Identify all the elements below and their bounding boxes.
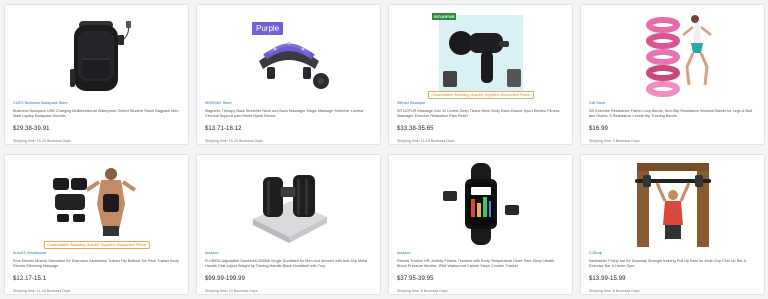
supplier-link[interactable]: amazon — [205, 251, 372, 255]
product-title[interactable]: Newhaider Pullup bar for Doorway Strengt… — [589, 259, 756, 269]
supplier-link[interactable]: AutoDS Warehouse — [13, 251, 180, 255]
shipping-time: Shipping time: 11-16 Business Days — [13, 289, 71, 293]
product-price: $13.71-18.12 — [205, 126, 242, 132]
product-title[interactable]: Magnetic Therapy Back Stretcher Neck and… — [205, 109, 372, 119]
product-image[interactable] — [5, 159, 188, 249]
brand-tag: SITUOFUR — [432, 13, 457, 20]
supplier-link[interactable]: DIA Store — [589, 101, 756, 105]
product-title[interactable]: Business Backpack USB Charging Multifunc… — [13, 109, 180, 119]
ems-stimulator-icon — [52, 168, 136, 236]
pullup-bar-icon — [634, 163, 711, 247]
product-title[interactable]: 3/5 Exercise Resistance Fabric Loop Band… — [589, 109, 756, 119]
shipping-time: Shipping time: 5 Business Days — [397, 289, 448, 293]
product-image[interactable] — [197, 9, 380, 99]
product-title[interactable]: Fitness Tracker HR, Activity Fitness Tra… — [397, 259, 564, 269]
shipping-time: Shipping time: 10 Business Days — [205, 289, 258, 293]
product-price: $13.99-15.99 — [589, 276, 626, 282]
massage-gun-icon — [438, 15, 523, 93]
product-card[interactable]: Customizable Branding | AutoDS Suppliers… — [4, 154, 189, 295]
product-card[interactable]: DIA Store 3/5 Exercise Resistance Fabric… — [580, 4, 765, 145]
resistance-bands-icon — [645, 15, 712, 97]
product-card[interactable]: CJDrop Newhaider Pullup bar for Doorway … — [580, 154, 765, 295]
product-card[interactable]: amazon Fitness Tracker HR, Activity Fitn… — [388, 154, 573, 295]
shipping-time: Shipping time: 15-20 Business Days — [13, 139, 71, 143]
shipping-time: Shipping time: 15-20 Business Days — [205, 139, 263, 143]
product-title[interactable]: Ems Electric Muscle Stimulator for Exerc… — [13, 259, 180, 269]
product-price: $29.38-39.91 — [13, 126, 50, 132]
dumbbell-icon — [252, 175, 327, 243]
supplier-link[interactable]: CJDrop — [589, 251, 756, 255]
product-price: $12.17-15.1 — [13, 276, 47, 282]
supplier-link[interactable]: amazon — [397, 251, 564, 255]
supplier-link[interactable]: Sitfufor Boutique — [397, 101, 564, 105]
product-card[interactable]: Purple MORGAY Store Magnetic Therapy Bac… — [196, 4, 381, 145]
product-title[interactable]: SITUOFUR Massage Gun 32 Levels Deep Tiss… — [397, 109, 564, 119]
product-card[interactable]: amazon FLYBIRD Adjustable Dumbbell,25/55… — [196, 154, 381, 295]
product-grid: CUES Business Backpack Store Business Ba… — [0, 0, 768, 299]
fitness-tracker-icon — [442, 163, 519, 245]
shipping-time: Shipping time: 11-16 Business Days — [397, 139, 455, 143]
supplier-link[interactable]: MORGAY Store — [205, 101, 372, 105]
branding-badge: Customizable Branding | AutoDS Suppliers… — [43, 241, 150, 249]
product-image[interactable] — [389, 9, 572, 99]
product-card[interactable]: SITUOFUR Customizable Branding | AutoDS … — [388, 4, 573, 145]
black-backpack-icon — [69, 21, 131, 91]
product-image[interactable] — [581, 159, 764, 249]
product-price: $37.95-39.95 — [397, 276, 434, 282]
shipping-time: Shipping time: 3 Business Days — [589, 139, 640, 143]
branding-badge: Customizable Branding | AutoDS Suppliers… — [427, 91, 534, 99]
product-price: $33.38-35.65 — [397, 126, 434, 132]
color-tag: Purple — [252, 22, 284, 35]
product-price: $99.99-199.99 — [205, 276, 246, 282]
product-card[interactable]: CUES Business Backpack Store Business Ba… — [4, 4, 189, 145]
product-price: $16.99 — [589, 126, 608, 132]
supplier-link[interactable]: CUES Business Backpack Store — [13, 101, 180, 105]
shipping-time: Shipping time: 8 Business Days — [589, 289, 640, 293]
product-image[interactable] — [197, 159, 380, 249]
product-title[interactable]: FLYBIRD Adjustable Dumbbell,25/55lb Sing… — [205, 259, 372, 269]
product-image[interactable] — [389, 159, 572, 249]
product-image[interactable] — [5, 9, 188, 99]
product-image[interactable] — [581, 9, 764, 99]
